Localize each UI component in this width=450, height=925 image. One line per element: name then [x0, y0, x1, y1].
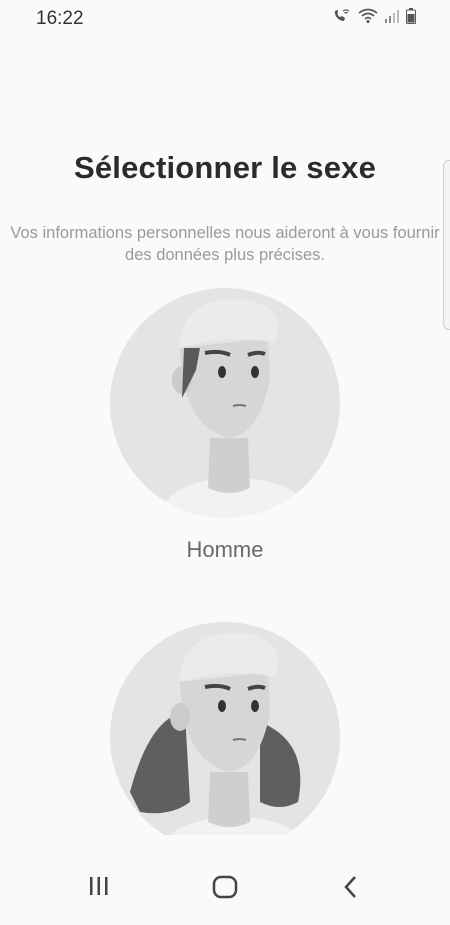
- status-icons: [332, 8, 416, 24]
- signal-icon: [384, 8, 400, 24]
- female-avatar-option[interactable]: [110, 622, 340, 852]
- home-icon[interactable]: [212, 875, 238, 904]
- male-avatar-option[interactable]: [110, 288, 340, 518]
- recent-apps-icon[interactable]: [88, 875, 110, 902]
- status-time: 16:22: [36, 8, 84, 29]
- navigation-bar: [0, 835, 450, 925]
- wifi-calling-icon: [332, 8, 352, 24]
- status-bar: 16:22: [0, 0, 450, 36]
- wifi-icon: [358, 8, 378, 24]
- page-subtitle: Vos informations personnelles nous aider…: [10, 224, 440, 264]
- battery-icon: [406, 8, 416, 24]
- back-icon[interactable]: [342, 875, 360, 904]
- male-label[interactable]: Homme: [0, 537, 450, 563]
- page-title: Sélectionner le sexe: [73, 150, 377, 185]
